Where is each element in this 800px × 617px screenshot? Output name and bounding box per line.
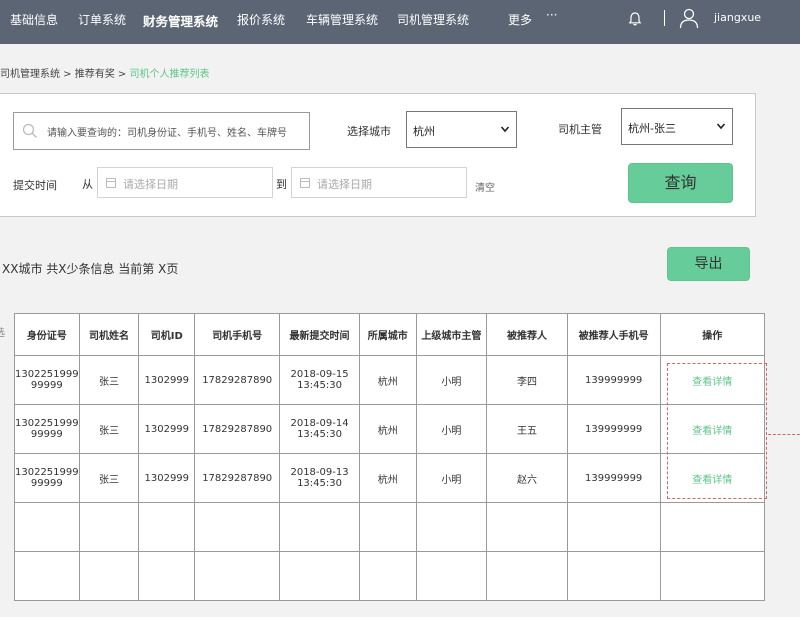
- cell-submit-time: 2018-09-13 13:45:30: [279, 453, 360, 503]
- cell-referee-phone: 139999999: [566, 453, 661, 503]
- city-label: 选择城市: [347, 125, 391, 138]
- city-select[interactable]: 杭州: [406, 111, 517, 148]
- header-referee: 被推荐人: [486, 313, 568, 356]
- query-button[interactable]: 查询: [628, 163, 733, 203]
- nav-item-drivers[interactable]: 司机管理系统: [397, 11, 469, 28]
- city-select-value: 杭州: [413, 125, 435, 138]
- nav-item-vehicles[interactable]: 车辆管理系统: [306, 11, 378, 28]
- cell-id-card: 1302251999 99999: [14, 355, 80, 405]
- cell-driver-phone: 17829287890: [194, 355, 281, 405]
- breadcrumb-current: 司机个人推荐列表: [129, 69, 210, 80]
- table-row: 1302251999 99999 张三 1302999 17829287890 2…: [14, 453, 766, 503]
- table-header-row: 身份证号 司机姓名 司机ID 司机手机号 最新提交时间 所属城市 上级城市主管 …: [14, 313, 766, 356]
- header-id-card: 身份证号: [14, 313, 80, 356]
- cell-referee: 李四: [486, 355, 568, 405]
- chevron-down-icon: [500, 126, 510, 133]
- bell-icon[interactable]: [627, 11, 643, 27]
- cell-id-card: 1302251999 99999: [14, 404, 80, 454]
- top-nav-bar: 基础信息 订单系统 财务管理系统 报价系统 车辆管理系统 司机管理系统 更多 ·…: [0, 0, 800, 44]
- header-driver-id: 司机ID: [138, 313, 196, 356]
- start-date-placeholder: 请选择日期: [123, 178, 178, 191]
- select-all-label: 选: [0, 324, 5, 339]
- cell-driver-name: 张三: [78, 453, 140, 503]
- cell-driver-phone: 17829287890: [194, 404, 281, 454]
- cell-driver-id: 1302999: [138, 453, 196, 503]
- to-label: 到: [276, 178, 287, 191]
- cell-submit-time: 2018-09-15 13:45:30: [279, 355, 360, 405]
- more-dots[interactable]: ···: [546, 8, 557, 22]
- view-details-link[interactable]: 查看详情: [659, 355, 766, 405]
- chevron-down-icon: [716, 123, 726, 130]
- calendar-icon: [106, 178, 116, 188]
- cell-driver-id: 1302999: [138, 404, 196, 454]
- result-summary: XX城市 共X少条信息 当前第 X页: [2, 262, 179, 276]
- submit-time-label: 提交时间: [13, 179, 57, 192]
- manager-select[interactable]: 杭州-张三: [621, 108, 733, 145]
- nav-item-finance[interactable]: 财务管理系统: [143, 11, 218, 30]
- nav-item-more[interactable]: 更多: [508, 11, 532, 28]
- breadcrumb: 司机管理系统 > 推荐有奖 > 司机个人推荐列表: [0, 65, 210, 80]
- cell-referee: 王五: [486, 404, 568, 454]
- header-referee-phone: 被推荐人手机号: [566, 313, 661, 356]
- cell-manager: 小明: [415, 404, 488, 454]
- view-details-link[interactable]: 查看详情: [659, 404, 766, 454]
- cell-manager: 小明: [415, 453, 488, 503]
- from-label: 从: [82, 178, 93, 191]
- annotation-connector-line: [768, 434, 800, 435]
- table-row: 1302251999 99999 张三 1302999 17829287890 2…: [14, 355, 766, 405]
- header-manager: 上级城市主管: [415, 313, 488, 356]
- calendar-icon: [300, 178, 310, 188]
- cell-id-card: 1302251999 99999: [14, 453, 80, 503]
- header-city: 所属城市: [358, 313, 417, 356]
- header-action: 操作: [659, 313, 766, 356]
- manager-select-value: 杭州-张三: [628, 122, 676, 135]
- header-submit-time: 最新提交时间: [279, 313, 360, 356]
- nav-divider: [664, 10, 665, 26]
- user-icon[interactable]: [678, 7, 700, 29]
- cell-submit-time: 2018-09-14 13:45:30: [279, 404, 360, 454]
- header-driver-name: 司机姓名: [78, 313, 140, 356]
- table-row-empty: [14, 551, 766, 601]
- header-driver-phone: 司机手机号: [194, 313, 281, 356]
- nav-item-basic-info[interactable]: 基础信息: [10, 11, 58, 28]
- breadcrumb-referral[interactable]: 推荐有奖: [75, 69, 115, 80]
- start-date-input[interactable]: 请选择日期: [97, 167, 273, 198]
- cell-city: 杭州: [358, 355, 417, 405]
- clear-button[interactable]: 清空: [475, 179, 495, 194]
- end-date-placeholder: 请选择日期: [317, 178, 372, 191]
- breadcrumb-drivers[interactable]: 司机管理系统: [0, 69, 60, 80]
- cell-referee: 赵六: [486, 453, 568, 503]
- cell-city: 杭州: [358, 453, 417, 503]
- cell-driver-id: 1302999: [138, 355, 196, 405]
- manager-label: 司机主管: [558, 123, 602, 136]
- search-placeholder: 请输入要查询的：司机身份证、手机号、姓名、车牌号: [47, 128, 287, 139]
- search-input[interactable]: 请输入要查询的：司机身份证、手机号、姓名、车牌号: [13, 112, 310, 150]
- cell-referee-phone: 139999999: [566, 355, 661, 405]
- cell-driver-name: 张三: [78, 404, 140, 454]
- cell-manager: 小明: [415, 355, 488, 405]
- export-button[interactable]: 导出: [667, 247, 750, 281]
- cell-driver-name: 张三: [78, 355, 140, 405]
- nav-item-quotes[interactable]: 报价系统: [237, 11, 285, 28]
- table-row-empty: [14, 502, 766, 552]
- cell-referee-phone: 139999999: [566, 404, 661, 454]
- search-icon: [22, 123, 37, 138]
- nav-item-orders[interactable]: 订单系统: [78, 11, 126, 28]
- end-date-input[interactable]: 请选择日期: [291, 167, 467, 198]
- breadcrumb-separator: >: [60, 69, 75, 80]
- cell-city: 杭州: [358, 404, 417, 454]
- table-row: 1302251999 99999 张三 1302999 17829287890 2…: [14, 404, 766, 454]
- view-details-link[interactable]: 查看详情: [659, 453, 766, 503]
- username[interactable]: jiangxue: [714, 11, 761, 24]
- breadcrumb-separator: >: [114, 69, 130, 80]
- cell-driver-phone: 17829287890: [194, 453, 281, 503]
- referral-table: 身份证号 司机姓名 司机ID 司机手机号 最新提交时间 所属城市 上级城市主管 …: [14, 313, 766, 601]
